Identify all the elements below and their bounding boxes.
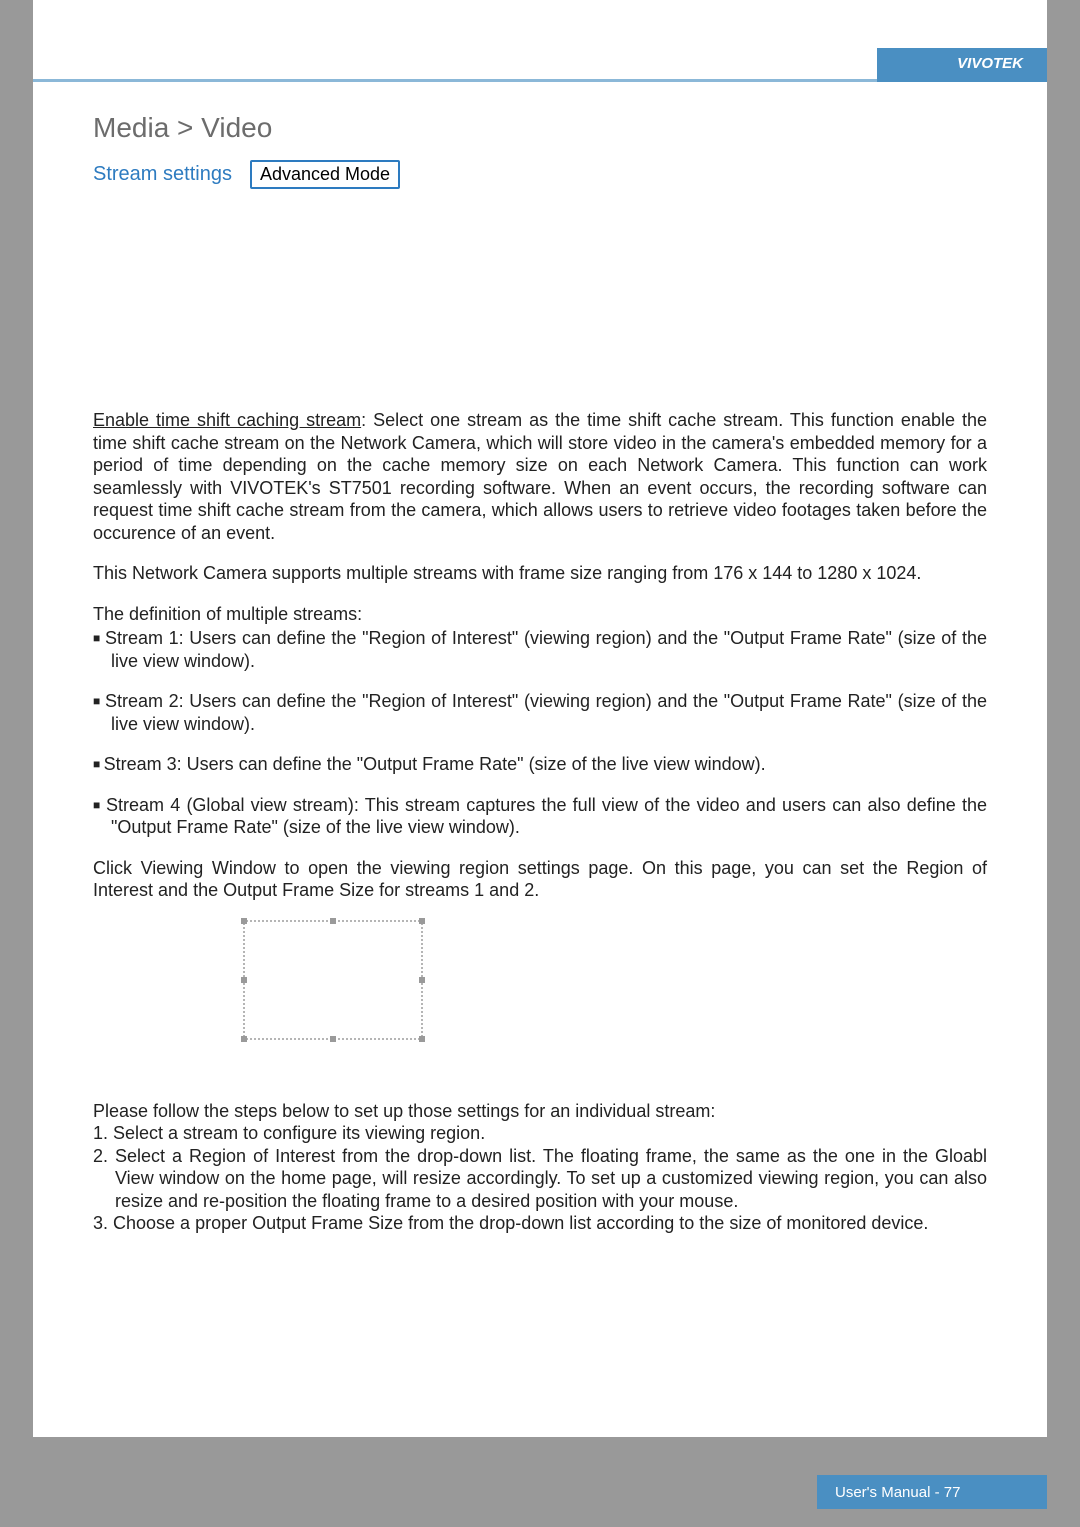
step-1: 1. Select a stream to configure its view… (93, 1122, 987, 1145)
bullet-stream3-text: Stream 3: Users can define the "Output F… (104, 754, 766, 774)
square-bullet-icon: ■ (93, 757, 104, 771)
bullet-stream1-text: Stream 1: Users can define the "Region o… (105, 628, 987, 671)
section-subtitle: Stream settings (93, 163, 232, 186)
paragraph-multistream: This Network Camera supports multiple st… (93, 562, 987, 585)
page-title: Media > Video (93, 112, 987, 144)
paragraph-viewing-window: Click Viewing Window to open the viewing… (93, 857, 987, 902)
resize-handle-icon (241, 1036, 247, 1042)
brand-label: VIVOTEK (957, 55, 1023, 72)
steps-header: Please follow the steps below to set up … (93, 1100, 987, 1123)
square-bullet-icon: ■ (93, 631, 105, 645)
timeshift-label: Enable time shift caching stream (93, 410, 361, 430)
bullet-stream4: ■ Stream 4 (Global view stream): This st… (93, 794, 987, 839)
header-bar: VIVOTEK (33, 0, 1047, 82)
resize-handle-icon (419, 918, 425, 924)
resize-handle-icon (419, 977, 425, 983)
resize-handle-icon (241, 977, 247, 983)
resize-handle-icon (330, 918, 336, 924)
bullet-stream4-text: Stream 4 (Global view stream): This stre… (106, 795, 987, 838)
resize-handle-icon (241, 918, 247, 924)
resize-handle-icon (419, 1036, 425, 1042)
paragraph-timeshift: Enable time shift caching stream: Select… (93, 409, 987, 544)
bullet-stream3: ■ Stream 3: Users can define the "Output… (93, 753, 987, 776)
bullet-stream2: ■ Stream 2: Users can define the "Region… (93, 690, 987, 735)
step-3: 3. Choose a proper Output Frame Size fro… (93, 1212, 987, 1235)
footer-label: User's Manual - 77 (835, 1484, 960, 1501)
resize-handle-icon (330, 1036, 336, 1042)
steps-block: Please follow the steps below to set up … (93, 1100, 987, 1235)
page-content: Media > Video Stream settings Advanced M… (33, 82, 1047, 1235)
footer-strip: User's Manual - 77 (817, 1475, 1047, 1509)
paragraph-definition-header: The definition of multiple streams: (93, 603, 987, 626)
square-bullet-icon: ■ (93, 798, 106, 812)
mode-badge: Advanced Mode (250, 160, 400, 189)
subtitle-row: Stream settings Advanced Mode (93, 160, 987, 189)
step-2: 2. Select a Region of Interest from the … (93, 1145, 987, 1213)
bullet-stream1: ■ Stream 1: Users can define the "Region… (93, 627, 987, 672)
resize-frame-diagram (243, 920, 423, 1040)
bullet-stream2-text: Stream 2: Users can define the "Region o… (105, 691, 987, 734)
footer-bar: User's Manual - 77 (33, 1437, 1047, 1527)
square-bullet-icon: ■ (93, 694, 105, 708)
